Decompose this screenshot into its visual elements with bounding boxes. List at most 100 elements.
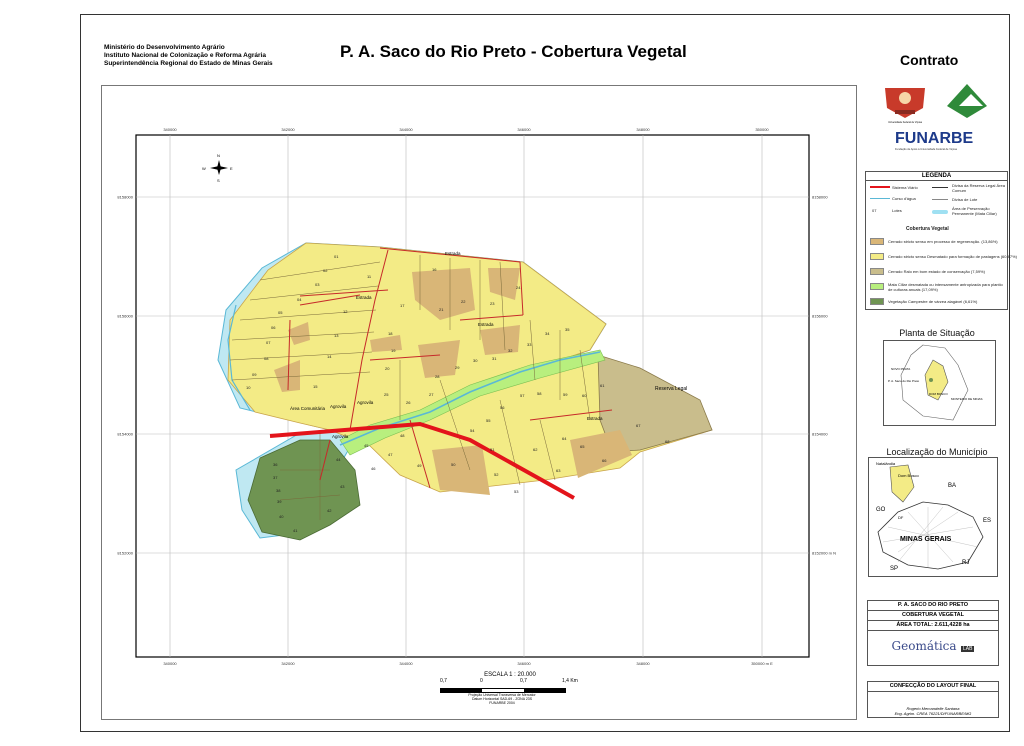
municipio-label: Dom Bosco	[898, 473, 919, 478]
legend-line-item: Divisa de Lote	[952, 197, 978, 202]
road-swatch	[870, 186, 890, 188]
lot-number: 64	[562, 436, 567, 441]
lot-number: 30	[473, 358, 478, 363]
lot-number: 44	[336, 457, 341, 462]
cover-item: Vegetação Campestre de várzea alagável (…	[888, 299, 978, 304]
municipio-label: Natalândia	[876, 461, 896, 466]
lot-number: 34	[545, 331, 550, 336]
road-label: Estrada	[587, 416, 603, 421]
lot-number: 59	[563, 392, 568, 397]
lot-number: 19	[391, 348, 396, 353]
lot-number: 47	[388, 452, 393, 457]
lot-sample: 07	[872, 208, 877, 213]
cover-title: Cobertura Vegetal	[906, 226, 949, 232]
lot-number: 16	[432, 267, 437, 272]
right-tick-label: 8152000 m N	[812, 551, 836, 556]
municipio-label: SP	[890, 566, 898, 572]
road-label: Estrada	[478, 322, 494, 327]
bottom-tick-label: 340000	[163, 661, 177, 666]
lot-number: 40	[279, 514, 284, 519]
lot-number: 27	[429, 392, 434, 397]
lot-number: 46	[371, 466, 376, 471]
lot-number: 04	[297, 297, 302, 302]
legend-line-item: Divisa da Reserva Legal Área Comum	[952, 183, 1005, 193]
municipio-label: ES	[983, 518, 991, 524]
project-area: ÁREA TOTAL: 2.611,4228 ha	[868, 621, 998, 631]
reserve-swatch	[932, 187, 948, 188]
bottom-tick-label: 346000	[517, 661, 531, 666]
geomatica-text: Geomática	[891, 639, 957, 653]
top-tick-label: 346000	[517, 127, 531, 132]
municipio-label: BA	[948, 483, 956, 489]
bottom-tick-label: 342000	[281, 661, 295, 666]
right-tick-label: 8154000	[812, 432, 828, 437]
lot-number: 50	[451, 462, 456, 467]
project-info-panel: P. A. SACO DO RIO PRETO COBERTURA VEGETA…	[867, 600, 999, 666]
lot-number: 02	[323, 268, 328, 273]
lot-number: 05	[278, 310, 283, 315]
lot-number: 45	[364, 443, 369, 448]
lot-number: 29	[455, 365, 460, 370]
lot-number: 03	[315, 282, 320, 287]
situacao-label: P. A. Saco do Rio Preto	[888, 379, 919, 383]
lot-number: 07	[266, 340, 271, 345]
legend-line-item: Curso d'água	[892, 196, 916, 201]
lot-number: 21	[439, 307, 444, 312]
cover-swatch	[870, 298, 884, 305]
cover-item: Cerrado Ralo em bom estado de conservaçã…	[888, 269, 985, 274]
road-label: Estrada	[445, 251, 461, 256]
area-label: Agrovila	[332, 434, 349, 439]
situacao-title: Planta de Situação	[899, 328, 975, 338]
municipio-title: Localização do Município	[886, 447, 988, 457]
lot-number: 65	[580, 444, 585, 449]
cover-item: Cerrado stricto sensu em processo de reg…	[888, 239, 998, 244]
confeccao-title: CONFECÇÃO DO LAYOUT FINAL	[868, 682, 998, 692]
confeccao-panel: CONFECÇÃO DO LAYOUT FINAL Rogerio Mercan…	[867, 681, 999, 718]
lot-number: 28	[435, 374, 440, 379]
lot-number: 23	[490, 301, 495, 306]
lot-number: 22	[461, 299, 466, 304]
left-tick-label: 8152000	[117, 551, 133, 556]
lot-number: 33	[527, 342, 532, 347]
top-tick-label: 348000	[636, 127, 650, 132]
lot-number: 48	[400, 433, 405, 438]
lot-number: 60	[582, 393, 587, 398]
top-tick-label: 340000	[163, 127, 177, 132]
municipio-label: RJ	[962, 560, 969, 566]
lot-number: 66	[602, 458, 607, 463]
south-label: S	[217, 178, 220, 183]
lot-number: 51	[490, 447, 495, 452]
bottom-tick-label: 344000	[399, 661, 413, 666]
lot-number: 08	[264, 356, 269, 361]
lot-number: 36	[273, 462, 278, 467]
scale-tick: 0,7	[520, 678, 527, 684]
app-swatch	[932, 210, 948, 214]
legend-title: LEGENDA	[866, 172, 1007, 181]
situacao-inset: NOVO PRATA P. A. Saco do Rio Preto DOM B…	[883, 340, 996, 426]
lot-number: 15	[313, 384, 318, 389]
top-tick-label: 350000	[755, 127, 769, 132]
cover-item: Cerrado stricto sensu Desmatado para for…	[888, 254, 1017, 259]
scale-block: ESCALA 1 : 20.000 0,7 0 0,7 1,4 Km Proje…	[440, 672, 580, 705]
cover-swatch	[870, 268, 884, 275]
scale-tick: 0,7	[440, 678, 447, 684]
lot-number: 13	[334, 333, 339, 338]
municipio-label: MINAS GERAIS	[900, 536, 952, 543]
water-swatch	[870, 198, 890, 199]
lot-number: 24	[516, 285, 521, 290]
lot-number: 43	[340, 484, 345, 489]
scale-tick: 1,4 Km	[562, 678, 578, 684]
lot-number: 14	[327, 354, 332, 359]
lot-number: 17	[400, 303, 405, 308]
lot-number: 58	[537, 391, 542, 396]
credit-text: FUNARBE 2004	[489, 701, 515, 705]
lot-number: 39	[277, 499, 282, 504]
north-arrow: N S E W	[202, 153, 233, 183]
right-tick-label: 8156000	[812, 314, 828, 319]
lot-number: 54	[470, 428, 475, 433]
area-label: Área Comunitária	[290, 405, 326, 411]
east-label: E	[230, 166, 233, 171]
lot-number: 26	[406, 400, 411, 405]
lot-number: 06	[271, 325, 276, 330]
lot-number: 53	[514, 489, 519, 494]
